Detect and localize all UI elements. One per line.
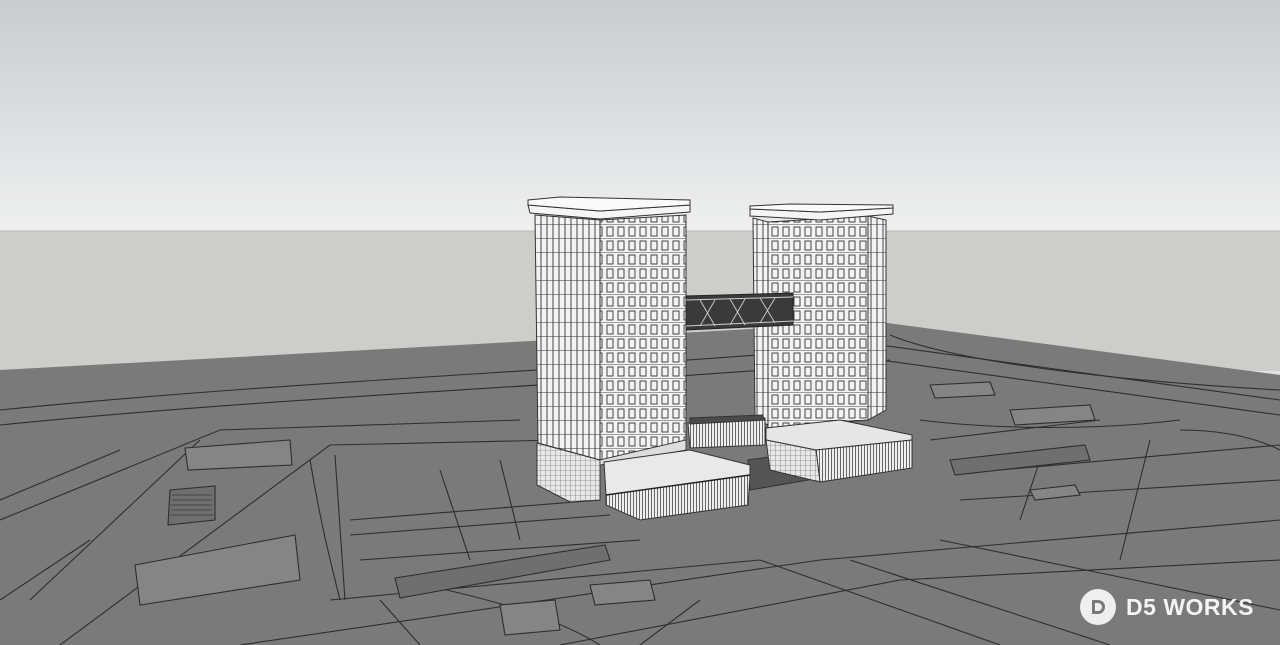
scene-3d-render[interactable] xyxy=(0,0,1280,645)
d5-logo-icon xyxy=(1080,589,1117,625)
model-viewport[interactable]: D5 WORKS xyxy=(0,0,1280,645)
watermark-badge: D5 WORKS xyxy=(1080,589,1254,625)
sky xyxy=(0,0,1280,232)
sky-bridge xyxy=(685,292,794,331)
watermark-text: D5 WORKS xyxy=(1126,593,1254,620)
